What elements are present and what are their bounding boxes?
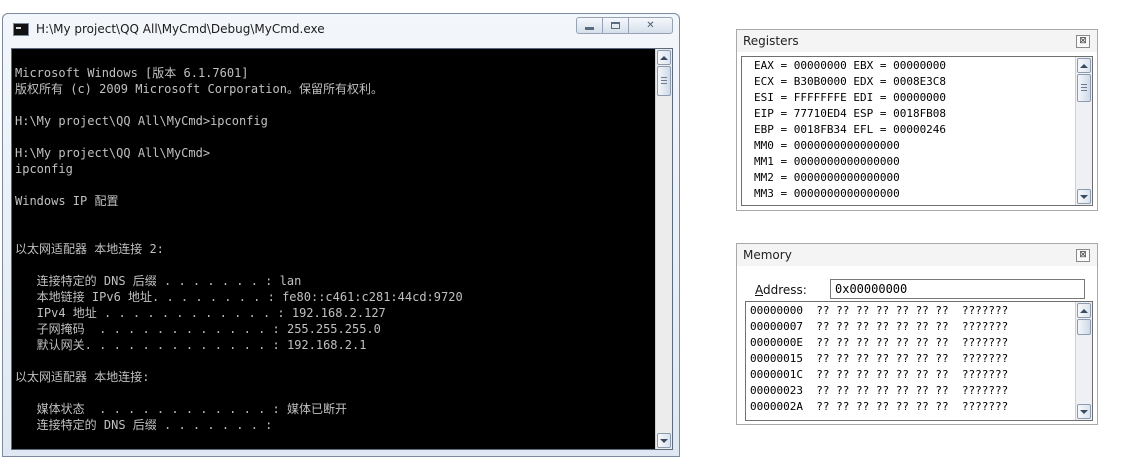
memory-title: Memory bbox=[743, 248, 792, 262]
registers-scroll-thumb[interactable] bbox=[1077, 74, 1091, 102]
console-line: 以太网适配器 本地连接: bbox=[15, 370, 150, 384]
console-line: Microsoft Windows [版本 6.1.7601] bbox=[15, 66, 249, 80]
address-input[interactable]: 0x00000000 bbox=[830, 279, 1085, 299]
console-line: IPv4 地址 . . . . . . . . . . . . : 192.16… bbox=[15, 306, 386, 320]
memory-row: 00000015 ?? ?? ?? ?? ?? ?? ?? ??????? bbox=[750, 352, 1009, 365]
console-titlebar[interactable]: H:\My project\QQ All\MyCmd\Debug\MyCmd.e… bbox=[3, 14, 679, 44]
registers-scroll-up-button[interactable] bbox=[1077, 58, 1091, 73]
register-line: EAX = 00000000 EBX = 00000000 bbox=[754, 59, 947, 72]
registers-close-icon[interactable]: ⊠ bbox=[1076, 35, 1090, 48]
scroll-thumb[interactable] bbox=[657, 66, 671, 96]
memory-close-icon[interactable]: ⊠ bbox=[1076, 249, 1090, 262]
memory-row: 00000007 ?? ?? ?? ?? ?? ?? ?? ??????? bbox=[750, 320, 1009, 333]
console-line: 默认网关. . . . . . . . . . . . . : 192.168.… bbox=[15, 338, 367, 352]
console-line: ipconfig bbox=[15, 162, 73, 176]
maximize-button[interactable] bbox=[602, 17, 629, 34]
register-line: ECX = B30B0000 EDX = 0008E3C8 bbox=[754, 75, 947, 88]
register-line: MM2 = 0000000000000000 bbox=[754, 171, 900, 184]
console-line: 版权所有 (c) 2009 Microsoft Corporation。保留所有… bbox=[15, 82, 383, 96]
scroll-down-button[interactable] bbox=[657, 433, 671, 448]
maximize-icon bbox=[611, 22, 620, 29]
console-line: H:\My project\QQ All\MyCmd> bbox=[15, 146, 211, 160]
memory-panel: Memory ⊠ Address: 0x00000000 00000000 ??… bbox=[736, 243, 1098, 425]
memory-scrollbar[interactable] bbox=[1075, 302, 1092, 420]
arrow-up-icon bbox=[660, 55, 668, 60]
arrow-down-icon bbox=[1080, 194, 1088, 199]
registers-header: Registers ⊠ bbox=[737, 30, 1097, 52]
register-line: EBP = 0018FB34 EFL = 00000246 bbox=[754, 123, 947, 136]
memory-view[interactable]: 00000000 ?? ?? ?? ?? ?? ?? ?? ??????? 000… bbox=[745, 301, 1093, 421]
memory-row: 0000002A ?? ?? ?? ?? ?? ?? ?? ??????? bbox=[750, 400, 1009, 413]
register-line: MM0 = 0000000000000000 bbox=[754, 139, 900, 152]
memory-row: 0000001C ?? ?? ?? ?? ?? ?? ?? ??????? bbox=[750, 368, 1009, 381]
memory-scroll-down-button[interactable] bbox=[1077, 404, 1091, 419]
minimize-icon bbox=[585, 27, 594, 30]
register-line: MM3 = 0000000000000000 bbox=[754, 187, 900, 200]
console-line: 以太网适配器 本地连接 2: bbox=[15, 242, 164, 256]
minimize-button[interactable] bbox=[576, 17, 603, 34]
console-title: H:\My project\QQ All\MyCmd\Debug\MyCmd.e… bbox=[36, 22, 325, 36]
memory-scroll-thumb[interactable] bbox=[1077, 319, 1091, 335]
register-line: EIP = 77710ED4 ESP = 0018FB08 bbox=[754, 107, 947, 120]
close-button[interactable]: ✕ bbox=[628, 17, 673, 34]
memory-header: Memory ⊠ bbox=[737, 244, 1097, 266]
console-window: H:\My project\QQ All\MyCmd\Debug\MyCmd.e… bbox=[2, 13, 680, 457]
console-line: H:\My project\QQ All\MyCmd>ipconfig bbox=[15, 114, 268, 128]
registers-scroll-down-button[interactable] bbox=[1077, 189, 1091, 204]
arrow-down-icon bbox=[1080, 409, 1088, 414]
scroll-up-button[interactable] bbox=[657, 50, 671, 65]
console-line: 连接特定的 DNS 后缀 . . . . . . . : bbox=[15, 418, 273, 432]
console-text: Microsoft Windows [版本 6.1.7601] 版权所有 (c) … bbox=[15, 65, 653, 433]
close-icon: ✕ bbox=[646, 19, 655, 31]
window-controls: ✕ bbox=[576, 17, 673, 34]
console-output[interactable]: Microsoft Windows [版本 6.1.7601] 版权所有 (c) … bbox=[11, 48, 673, 450]
registers-panel: Registers ⊠ EAX = 00000000 EBX = 0000000… bbox=[736, 29, 1098, 211]
console-scrollbar[interactable] bbox=[655, 49, 672, 449]
console-line: 本地链接 IPv6 地址. . . . . . . . : fe80::c461… bbox=[15, 290, 463, 304]
registers-list[interactable]: EAX = 00000000 EBX = 00000000 ECX = B30B0… bbox=[741, 56, 1093, 206]
register-line: ESI = FFFFFFFE EDI = 00000000 bbox=[754, 91, 947, 104]
memory-row: 00000000 ?? ?? ?? ?? ?? ?? ?? ??????? bbox=[750, 304, 1009, 317]
console-line: 媒体状态 . . . . . . . . . . . . : 媒体已断开 bbox=[15, 402, 347, 416]
memory-scroll-up-button[interactable] bbox=[1077, 303, 1091, 318]
console-line: 子网掩码 . . . . . . . . . . . . : 255.255.2… bbox=[15, 322, 381, 336]
address-label: Address: bbox=[755, 283, 807, 297]
console-line: Windows IP 配置 bbox=[15, 194, 119, 208]
arrow-down-icon bbox=[660, 438, 668, 443]
registers-scrollbar[interactable] bbox=[1075, 57, 1092, 205]
arrow-up-icon bbox=[1080, 63, 1088, 68]
register-line: MM1 = 0000000000000000 bbox=[754, 155, 900, 168]
console-app-icon[interactable] bbox=[13, 23, 29, 36]
registers-title: Registers bbox=[743, 34, 799, 48]
memory-row: 00000023 ?? ?? ?? ?? ?? ?? ?? ??????? bbox=[750, 384, 1009, 397]
memory-row: 0000000E ?? ?? ?? ?? ?? ?? ?? ??????? bbox=[750, 336, 1009, 349]
console-line: 连接特定的 DNS 后缀 . . . . . . . : lan bbox=[15, 274, 302, 288]
arrow-up-icon bbox=[1080, 308, 1088, 313]
